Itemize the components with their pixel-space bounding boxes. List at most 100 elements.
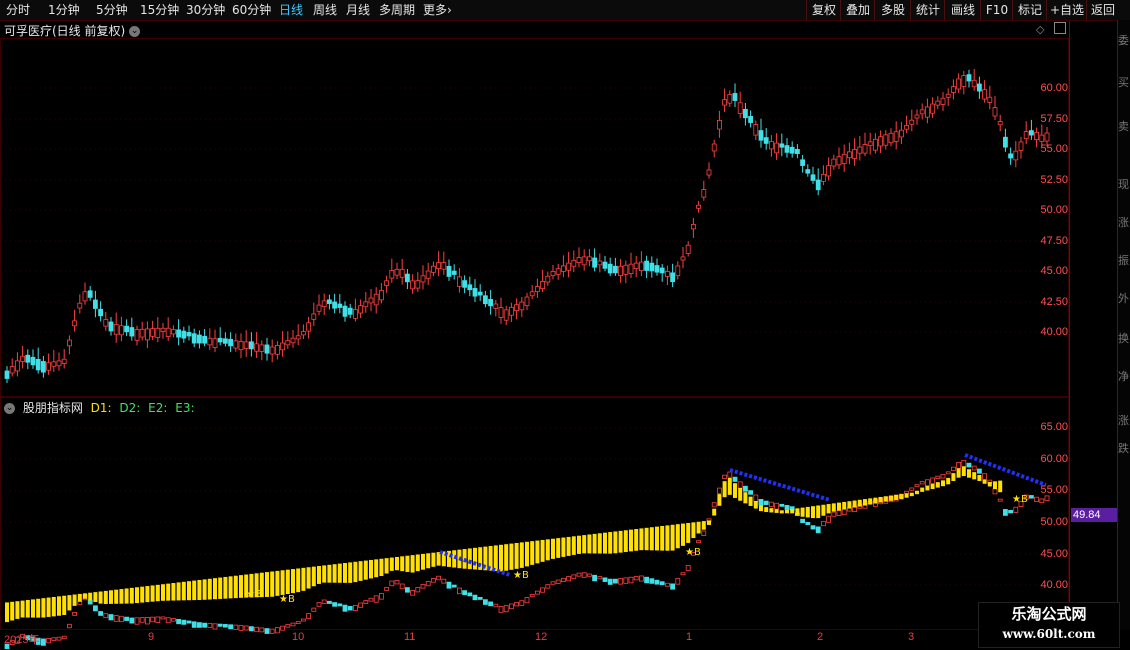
stock-title: 可孚医疗(日线 前复权) (4, 24, 126, 38)
stats-button[interactable]: 统计 (910, 0, 945, 20)
side-panel-char: 涨 (1118, 414, 1129, 427)
candlestick (571, 259, 577, 267)
candlestick (1003, 136, 1008, 148)
price-chart[interactable] (0, 0, 1130, 650)
candlestick (368, 297, 374, 304)
indicator-band (915, 490, 919, 495)
indicator-candle (93, 605, 98, 612)
fuquan-button[interactable]: 复权 (806, 0, 841, 20)
candlestick (529, 291, 535, 297)
indicator-candle (254, 626, 260, 633)
indicator-band (967, 469, 971, 478)
chevron-down-icon[interactable]: ⌄ (4, 403, 15, 414)
indicator-band (93, 592, 98, 603)
indicator-band (150, 585, 155, 602)
candlestick (378, 290, 384, 301)
candlestick (524, 296, 530, 307)
indicator-band (223, 576, 228, 599)
tab-weekly[interactable]: 周线 (313, 0, 337, 20)
tab-multi-period[interactable]: 多周期 (379, 0, 415, 20)
candlestick (519, 301, 525, 311)
indicator-candle (410, 590, 416, 596)
indicator-band (10, 601, 15, 621)
indicator-band (582, 535, 587, 554)
candlestick (618, 265, 623, 276)
indicator-axis-label: 65.00 (1040, 421, 1068, 433)
diamond-icon[interactable]: ◇ (1036, 23, 1044, 36)
draw-line-button[interactable]: 画线 (944, 0, 981, 20)
tab-1min[interactable]: 1分钟 (48, 0, 80, 20)
price-axis-label: 40.00 (1040, 326, 1068, 338)
indicator-band (551, 538, 555, 559)
indicator-band (556, 538, 561, 558)
indicator-band (103, 590, 108, 604)
back-button[interactable]: 返回 (1086, 0, 1119, 20)
indicator-band (436, 552, 441, 566)
window-icon[interactable] (1054, 22, 1066, 34)
overlay-button[interactable]: 叠加 (840, 0, 875, 20)
candlestick (176, 329, 182, 338)
indicator-band (946, 477, 951, 485)
candlestick (181, 330, 187, 339)
indicator-band (566, 536, 571, 556)
candlestick (129, 327, 135, 337)
indicator-candle (342, 604, 348, 612)
indicator-band (181, 581, 186, 601)
tab-30min[interactable]: 30分钟 (186, 0, 225, 20)
indicator-band (660, 525, 665, 551)
indicator-band (743, 492, 748, 504)
indicator-band (296, 568, 301, 593)
candlestick (498, 307, 504, 318)
candlestick (87, 290, 93, 298)
candlestick (342, 305, 348, 317)
tab-fenshi[interactable]: 分时 (6, 0, 30, 20)
tab-monthly[interactable]: 月线 (346, 0, 370, 20)
candlestick (462, 280, 468, 288)
add-watchlist-button[interactable]: +自选 (1046, 0, 1087, 20)
tab-15min[interactable]: 15分钟 (140, 0, 179, 20)
indicator-band (395, 556, 399, 571)
indicator-band (405, 555, 410, 572)
candlestick (566, 262, 571, 271)
tab-5min[interactable]: 5分钟 (96, 0, 128, 20)
indicator-band (618, 530, 623, 553)
side-panel-char: 委 (1118, 34, 1129, 47)
indicator-candle (649, 578, 655, 584)
side-panel-char: 跌 (1118, 442, 1129, 455)
candlestick (550, 271, 556, 277)
indicator-candle (945, 471, 951, 475)
tab-daily[interactable]: 日线 (279, 0, 303, 20)
candlestick (144, 328, 150, 341)
indicator-band (878, 496, 883, 503)
indicator-candle (748, 490, 753, 495)
indicator-band (72, 594, 77, 606)
candlestick (951, 86, 956, 93)
indicator-band (358, 561, 363, 581)
price-axis-label: 47.50 (1040, 235, 1068, 247)
indicator-band (899, 494, 904, 500)
indicator-band (603, 532, 607, 554)
quote-side-panel (1117, 20, 1130, 630)
f10-button[interactable]: F10 (980, 0, 1013, 20)
indicator-band (655, 526, 659, 551)
indicator-candle (800, 518, 805, 524)
indicator-band (176, 582, 181, 601)
indicator-candle (243, 625, 249, 631)
candlestick (888, 132, 894, 144)
candlestick (706, 169, 712, 176)
buy-mark: ★B (279, 594, 295, 605)
tab-more[interactable]: 更多› (423, 0, 452, 20)
candlestick (46, 362, 51, 371)
tab-60min[interactable]: 60分钟 (232, 0, 271, 20)
indicator-band (530, 541, 535, 565)
chevron-down-icon[interactable]: ⌄ (129, 26, 141, 37)
indicator-band (982, 479, 987, 484)
indicator-band (166, 583, 171, 601)
mark-button[interactable]: 标记 (1012, 0, 1047, 20)
candlestick (503, 309, 509, 321)
multi-stock-button[interactable]: 多股 (874, 0, 911, 20)
indicator-candle (1008, 510, 1013, 514)
indicator-axis-label: 45.00 (1040, 548, 1068, 560)
indicator-band (187, 581, 191, 601)
period-toolbar: 分时 1分钟 5分钟 15分钟 30分钟 60分钟 日线 周线 月线 多周期 更… (0, 0, 1130, 21)
